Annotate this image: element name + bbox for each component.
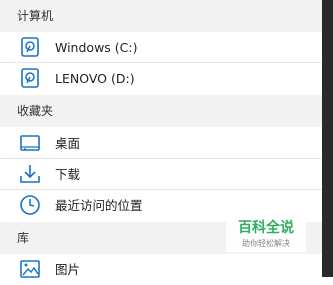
- pictures-icon: [20, 260, 40, 278]
- section-title-favorites: 收藏夹: [17, 104, 54, 118]
- recent-places-icon: [20, 195, 40, 215]
- section-title-library: 库: [17, 231, 30, 245]
- watermark: 百科全说 助你轻松解决: [226, 214, 306, 252]
- nav-item-label: 桌面: [55, 136, 81, 151]
- drive-icon: [21, 37, 39, 57]
- scrollbar[interactable]: [322, 0, 333, 277]
- drive-icon: [21, 68, 39, 88]
- nav-item-label: 最近访问的位置: [55, 198, 143, 213]
- nav-item-pictures[interactable]: 图片: [0, 254, 322, 285]
- section-header-favorites: 收藏夹: [0, 95, 322, 127]
- desktop-icon: [20, 135, 40, 151]
- watermark-subtitle: 助你轻松解决: [242, 239, 290, 248]
- nav-item-desktop[interactable]: 桌面: [0, 128, 322, 159]
- nav-item-label: Windows (C:): [55, 40, 138, 55]
- nav-item-downloads[interactable]: 下载: [0, 159, 322, 190]
- nav-item-label: 图片: [55, 262, 81, 277]
- nav-item-drive-d[interactable]: LENOVO (D:): [0, 63, 322, 94]
- download-icon: [20, 165, 40, 183]
- section-title-computer: 计算机: [17, 9, 54, 23]
- section-header-computer: 计算机: [0, 0, 322, 32]
- watermark-title: 百科全说: [238, 220, 294, 236]
- nav-item-label: LENOVO (D:): [55, 71, 135, 86]
- nav-item-drive-c[interactable]: Windows (C:): [0, 32, 322, 63]
- nav-item-label: 下载: [55, 167, 81, 182]
